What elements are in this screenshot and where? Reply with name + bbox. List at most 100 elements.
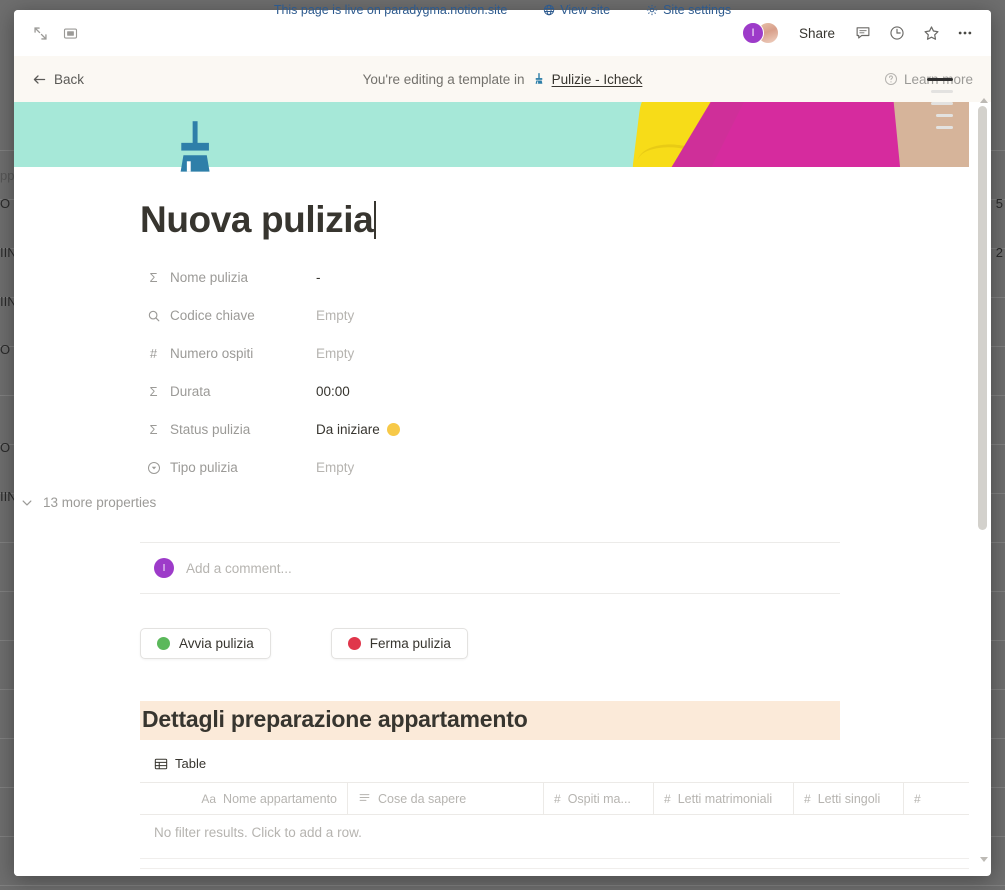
property-value[interactable]: 00:00: [308, 380, 548, 403]
database-view-tab-table[interactable]: Table: [154, 756, 234, 771]
property-name-durata[interactable]: Σ Durata: [140, 380, 308, 403]
title-aa-icon: Aa: [201, 791, 217, 806]
outline-line[interactable]: [931, 90, 953, 93]
outline-line[interactable]: [931, 102, 953, 105]
button-status-dot: [347, 637, 361, 650]
property-value-text: Empty: [316, 346, 355, 361]
property-value[interactable]: Da iniziare: [308, 418, 548, 441]
view-site-button[interactable]: View site: [543, 3, 610, 17]
rollup-search-icon: [146, 308, 161, 323]
site-settings-button[interactable]: Site settings: [646, 3, 731, 17]
number-icon: #: [149, 346, 158, 361]
text-cursor: [374, 201, 376, 239]
section-heading[interactable]: Dettagli preparazione appartamento: [140, 701, 840, 740]
button-ferma-pulizia[interactable]: Ferma pulizia: [330, 628, 468, 659]
property-row: Tipo pulizia Empty: [140, 453, 840, 482]
more-properties-toggle[interactable]: 13 more properties: [14, 491, 214, 514]
property-value[interactable]: Empty: [308, 304, 548, 327]
globe-icon: [544, 4, 555, 16]
table-column-header[interactable]: #: [904, 783, 969, 814]
template-notice-text: You're editing a template in: [362, 71, 525, 87]
page-icon-broom[interactable]: [169, 118, 221, 178]
property-name-numero-ospiti[interactable]: # Numero ospiti: [140, 342, 308, 365]
property-row: Σ Nome pulizia -: [140, 263, 840, 292]
expand-arrows-icon[interactable]: [30, 23, 50, 43]
property-label: Tipo pulizia: [170, 460, 238, 475]
backdrop-row-divider: [0, 885, 1005, 886]
table-footer-divider-1: [140, 858, 969, 859]
table-column-label: Nome appartamento: [223, 791, 337, 806]
property-value[interactable]: Empty: [308, 456, 548, 479]
broom-icon: [180, 121, 210, 172]
button-label: Ferma pulizia: [369, 636, 451, 651]
page-content: Nuova pulizia Σ Nome pulizia - Codice chiav…: [14, 167, 969, 876]
backdrop-row-label: pp: [0, 168, 15, 183]
site-settings-label: Site settings: [663, 3, 732, 17]
property-label: Nome pulizia: [170, 270, 249, 285]
number-icon: #: [554, 791, 561, 806]
scroll-arrow-up-icon[interactable]: [980, 98, 988, 103]
outline-line[interactable]: [936, 126, 953, 129]
backdrop-row-label: O: [0, 196, 11, 211]
scroll-arrow-down-icon[interactable]: [980, 857, 988, 862]
outline-line[interactable]: [936, 114, 953, 117]
database-view-tab-label: Table: [175, 756, 207, 771]
select-icon: [146, 460, 161, 475]
property-label: Durata: [170, 384, 211, 399]
button-avvia-pulizia[interactable]: Avvia pulizia: [140, 628, 271, 659]
clock-history-icon[interactable]: [887, 23, 907, 43]
formula-icon: Σ: [149, 270, 158, 285]
table-column-header[interactable]: # Letti matrimoniali: [654, 783, 794, 814]
property-name-tipo-pulizia[interactable]: Tipo pulizia: [140, 456, 308, 479]
property-row: Σ Durata 00:00: [140, 377, 840, 406]
property-row: # Numero ospiti Empty: [140, 339, 840, 368]
text-lines-icon: [358, 791, 371, 807]
collaborator-avatars[interactable]: I: [741, 22, 779, 44]
gear-icon: [646, 4, 658, 16]
more-horizontal-icon[interactable]: [955, 23, 975, 43]
table-column-header[interactable]: Cose da sapere: [348, 783, 544, 814]
template-database-name: Pulizie - Icheck: [551, 71, 643, 87]
table-empty-message[interactable]: No filter results. Click to add a row.: [140, 815, 969, 840]
page-title[interactable]: Nuova pulizia: [140, 199, 376, 241]
vertical-scrollbar[interactable]: [978, 106, 987, 530]
toolbar-right-group: I Share: [741, 22, 991, 44]
inline-database-table: Aa Nome appartamento Cose da sapere # Ospiti…: [140, 782, 969, 869]
side-peek-icon[interactable]: [60, 23, 80, 43]
table-column-header[interactable]: # Ospiti ma...: [544, 783, 654, 814]
number-icon: #: [914, 791, 921, 806]
property-value-text: Empty: [316, 308, 355, 323]
property-value[interactable]: -: [308, 266, 548, 289]
page-outline-indicator[interactable]: [927, 78, 953, 129]
property-name-nome-pulizia[interactable]: Σ Nome pulizia: [140, 266, 308, 289]
template-database-link[interactable]: Pulizie - Icheck: [532, 71, 643, 87]
star-icon[interactable]: [921, 23, 941, 43]
button-label: Avvia pulizia: [179, 636, 254, 651]
property-value-text: 00:00: [316, 384, 350, 399]
backdrop-row-label: O: [0, 342, 11, 357]
outline-line[interactable]: [927, 78, 953, 81]
page-cover-image[interactable]: [14, 102, 969, 167]
backdrop-row-label: O: [0, 440, 11, 455]
number-icon: #: [664, 791, 671, 806]
page-modal: I Share Back You're editing a template i…: [14, 10, 991, 876]
page-live-label: This page is live on paradygma.notion.si…: [273, 3, 508, 17]
add-comment-row[interactable]: I Add a comment...: [140, 542, 840, 594]
page-title-text: Nuova pulizia: [140, 199, 374, 240]
status-dot: [386, 423, 400, 436]
comment-icon[interactable]: [853, 23, 873, 43]
table-column-label: Cose da sapere: [378, 791, 467, 806]
share-button[interactable]: Share: [795, 24, 839, 43]
table-column-label: Letti matrimoniali: [677, 791, 773, 806]
view-site-label: View site: [560, 3, 611, 17]
property-name-codice-chiave[interactable]: Codice chiave: [140, 304, 308, 327]
property-value[interactable]: Empty: [308, 342, 548, 365]
table-column-header[interactable]: # Letti singoli: [794, 783, 904, 814]
avatar[interactable]: I: [741, 22, 764, 44]
property-row: Codice chiave Empty: [140, 301, 840, 330]
property-name-status-pulizia[interactable]: Σ Status pulizia: [140, 418, 308, 441]
property-list: Σ Nome pulizia - Codice chiave Empty # Numero …: [140, 263, 840, 482]
table-column-header[interactable]: Aa Nome appartamento: [140, 783, 348, 814]
table-column-label: Ospiti ma...: [567, 791, 631, 806]
add-comment-placeholder[interactable]: Add a comment...: [186, 561, 292, 576]
